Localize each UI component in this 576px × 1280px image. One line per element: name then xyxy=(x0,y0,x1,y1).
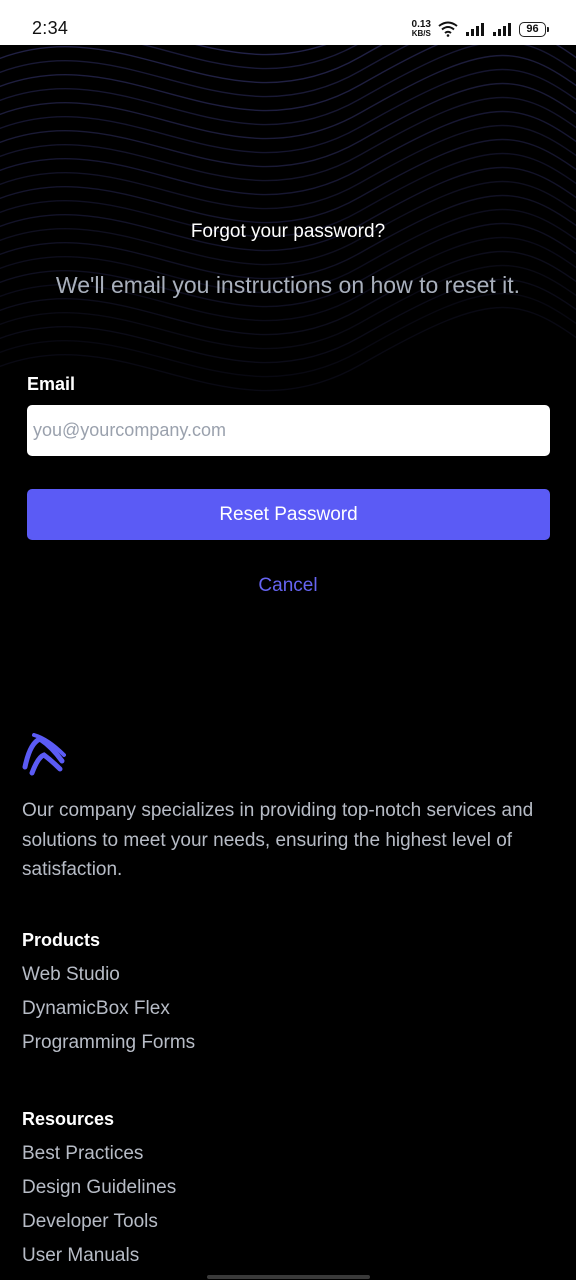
cancel-link[interactable]: Cancel xyxy=(0,575,576,597)
footer-link-best-practices[interactable]: Best Practices xyxy=(22,1143,176,1177)
page-title: Forgot your password? xyxy=(190,221,386,242)
company-description: Our company specializes in providing top… xyxy=(22,800,534,880)
footer-link-dynamicbox-flex[interactable]: DynamicBox Flex xyxy=(22,998,195,1032)
email-label: Email xyxy=(27,374,76,394)
status-bar: 2:34 0.13 KB/S 96 xyxy=(0,0,576,45)
resources-list: Best Practices Design Guidelines Develop… xyxy=(22,1143,176,1279)
wave-line xyxy=(0,45,576,112)
footer-link-user-manuals[interactable]: User Manuals xyxy=(22,1245,176,1279)
signal-icon xyxy=(466,23,484,36)
net-speed-unit: KB/S xyxy=(411,29,431,38)
status-icons: 0.13 KB/S 96 xyxy=(411,18,549,40)
products-list: Web Studio DynamicBox Flex Programming F… xyxy=(22,964,195,1066)
products-heading: Products xyxy=(22,930,101,950)
status-time: 2:34 xyxy=(32,18,69,38)
footer-link-programming-forms[interactable]: Programming Forms xyxy=(22,1032,195,1066)
net-speed: 0.13 KB/S xyxy=(411,19,431,39)
email-field[interactable] xyxy=(27,405,550,456)
page-subtitle: We'll email you instructions on how to r… xyxy=(55,272,521,298)
footer-link-design-guidelines[interactable]: Design Guidelines xyxy=(22,1177,176,1211)
reset-password-button[interactable]: Reset Password xyxy=(27,489,550,540)
wave-line xyxy=(0,45,383,84)
forgot-password-screen: Forgot your password? We'll email you in… xyxy=(0,45,576,1280)
footer-link-web-studio[interactable]: Web Studio xyxy=(22,964,195,998)
wifi-icon xyxy=(438,21,458,37)
home-indicator xyxy=(207,1275,370,1279)
signal-icon xyxy=(493,23,511,36)
brand-logo-icon[interactable] xyxy=(22,733,66,777)
net-speed-value: 0.13 xyxy=(411,19,431,30)
wave-line xyxy=(195,45,327,56)
footer-link-developer-tools[interactable]: Developer Tools xyxy=(22,1211,176,1245)
battery-indicator: 96 xyxy=(519,21,549,37)
wave-line xyxy=(0,292,576,378)
wave-line xyxy=(0,306,576,392)
resources-heading: Resources xyxy=(22,1109,115,1129)
